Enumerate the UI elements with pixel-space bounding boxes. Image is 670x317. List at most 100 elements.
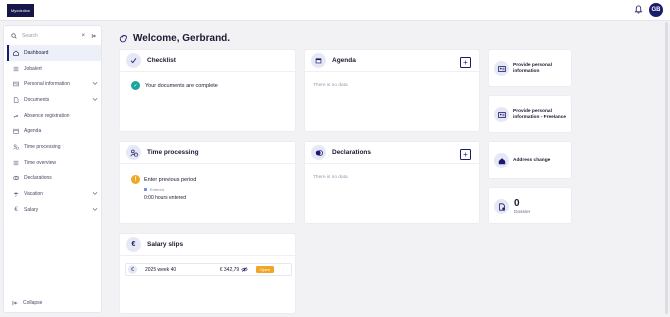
card-header: Agenda bbox=[305, 50, 479, 72]
card-title: Salary slips bbox=[147, 241, 184, 248]
sidebar-item-label: Dashboard bbox=[24, 49, 49, 56]
quick-action-label: Provide personal information - Freelance bbox=[513, 109, 567, 120]
umbrella-icon bbox=[13, 191, 19, 197]
chevron-down-icon[interactable] bbox=[92, 191, 98, 196]
dossier-card[interactable]: 0 Dossier bbox=[488, 187, 572, 224]
document-icon bbox=[13, 97, 19, 103]
sidebar-item-jobalert[interactable]: Jobalert bbox=[7, 61, 101, 77]
dossier-label: Dossier bbox=[514, 210, 531, 215]
calendar-icon bbox=[311, 53, 326, 68]
slip-period: 2025 week 40 bbox=[145, 266, 177, 273]
empty-state: There is no data bbox=[313, 83, 348, 88]
sidebar-item-salary[interactable]: € Salary bbox=[7, 202, 101, 218]
page-title: Welcome, Gerbrand. bbox=[119, 33, 230, 44]
coins-icon bbox=[311, 145, 326, 160]
status-badge: Entered bbox=[144, 187, 164, 192]
sidebar-item-vacation[interactable]: Vacation bbox=[7, 186, 101, 202]
add-agenda-button[interactable]: + bbox=[460, 57, 471, 68]
sidebar-item-declarations[interactable]: Declarations bbox=[7, 171, 101, 187]
sidebar-item-label: Absence registration bbox=[24, 112, 70, 119]
collapse-arrow-icon[interactable] bbox=[91, 33, 97, 39]
sidebar-item-agenda[interactable]: Agenda bbox=[7, 123, 101, 139]
empty-state: There is no data bbox=[313, 175, 348, 180]
sidebar-item-label: Vacation bbox=[24, 191, 44, 198]
home-icon bbox=[494, 153, 509, 168]
id-card-icon bbox=[494, 61, 509, 76]
euro-icon: € bbox=[126, 237, 141, 252]
chevron-down-icon[interactable] bbox=[92, 207, 98, 212]
home-icon bbox=[13, 50, 19, 56]
time-entry-title: Enter previous period bbox=[144, 177, 197, 183]
eye-off-icon[interactable] bbox=[241, 267, 248, 272]
search-icon bbox=[11, 33, 17, 39]
sidebar-item-label: Personal information bbox=[24, 81, 70, 88]
sidebar: Search × Dashboard Jobalert Personal inf… bbox=[3, 25, 102, 313]
hours-entered: 0:00 hours entered bbox=[144, 195, 186, 201]
sidebar-search[interactable]: Search × bbox=[8, 30, 99, 42]
search-input[interactable]: Search bbox=[22, 33, 81, 39]
chevron-down-icon[interactable] bbox=[92, 81, 98, 86]
declarations-card: Declarations + There is no data bbox=[304, 141, 480, 224]
clear-search-icon[interactable]: × bbox=[81, 33, 85, 39]
quick-action-label: Address change bbox=[513, 158, 551, 163]
sidebar-item-label: Salary bbox=[24, 206, 39, 213]
salary-slip-row[interactable]: € 2025 week 40 € 342,79 Open bbox=[125, 263, 292, 276]
card-header: Checklist bbox=[120, 50, 295, 72]
sidebar-item-documents[interactable]: Documents bbox=[7, 92, 101, 108]
collapse-arrow-icon bbox=[12, 300, 18, 306]
waving-hand-icon bbox=[119, 34, 127, 43]
checklist-card: Checklist ✓ Your documents are complete bbox=[119, 49, 296, 132]
sidebar-item-label: Time processing bbox=[24, 143, 61, 150]
user-avatar[interactable]: GB bbox=[649, 3, 663, 17]
salary-slips-card: € Salary slips € 2025 week 40 € 342,79 O… bbox=[119, 233, 296, 314]
agenda-card: Agenda + There is no data bbox=[304, 49, 480, 132]
quick-action-personal-info-freelance[interactable]: Provide personal information - Freelance bbox=[488, 95, 572, 133]
company-logo[interactable]: Myxolution bbox=[7, 4, 34, 17]
document-user-icon bbox=[494, 199, 509, 214]
id-card-icon bbox=[494, 107, 509, 122]
sidebar-item-label: Time overview bbox=[24, 159, 57, 166]
status-badge: Open bbox=[256, 266, 274, 273]
quick-action-label: Provide personal information bbox=[513, 63, 552, 74]
card-header: € Salary slips bbox=[120, 234, 295, 256]
status-dot-icon bbox=[144, 188, 147, 191]
sidebar-item-label: Declarations bbox=[24, 175, 52, 182]
dossier-count: 0 bbox=[514, 198, 520, 209]
clock-user-icon bbox=[126, 145, 141, 160]
quick-action-personal-info[interactable]: Provide personal information bbox=[488, 49, 572, 87]
sidebar-item-personal-information[interactable]: Personal information bbox=[7, 76, 101, 92]
card-title: Time processing bbox=[147, 149, 199, 156]
clock-user-icon bbox=[13, 144, 19, 150]
quick-action-address-change[interactable]: Address change bbox=[488, 141, 572, 179]
id-card-icon bbox=[13, 81, 19, 87]
card-title: Declarations bbox=[332, 149, 372, 156]
card-header: Declarations bbox=[305, 142, 479, 164]
check-circle-icon: ✓ bbox=[131, 81, 140, 90]
chevron-down-icon[interactable] bbox=[92, 97, 98, 102]
sidebar-nav: Dashboard Jobalert Personal information … bbox=[7, 45, 101, 218]
checkmark-icon bbox=[126, 53, 141, 68]
warning-icon: ! bbox=[131, 175, 140, 184]
calendar-icon bbox=[13, 128, 19, 134]
card-title: Agenda bbox=[332, 57, 356, 64]
list-icon bbox=[13, 66, 19, 72]
add-declaration-button[interactable]: + bbox=[460, 149, 471, 160]
page-scrollbar[interactable] bbox=[665, 22, 668, 314]
collapse-label: Collapse bbox=[23, 300, 43, 306]
time-processing-card: Time processing ! Enter previous period … bbox=[119, 141, 296, 224]
top-bar: Myxolution GB bbox=[0, 0, 670, 21]
bell-icon[interactable] bbox=[634, 5, 643, 14]
plane-icon bbox=[13, 113, 19, 119]
euro-icon: € bbox=[128, 265, 137, 274]
sidebar-item-time-processing[interactable]: Time processing bbox=[7, 139, 101, 155]
slip-amount: € 342,79 bbox=[219, 266, 240, 273]
sidebar-item-dashboard[interactable]: Dashboard bbox=[7, 45, 101, 61]
sidebar-item-label: Jobalert bbox=[24, 65, 42, 72]
status-text: Entered bbox=[150, 187, 165, 192]
collapse-button[interactable]: Collapse bbox=[12, 300, 42, 306]
sidebar-item-time-overview[interactable]: Time overview bbox=[7, 155, 101, 171]
card-title: Checklist bbox=[147, 57, 176, 64]
sidebar-item-label: Agenda bbox=[24, 128, 42, 135]
sidebar-item-absence-registration[interactable]: Absence registration bbox=[7, 108, 101, 124]
euro-icon: € bbox=[14, 206, 18, 213]
